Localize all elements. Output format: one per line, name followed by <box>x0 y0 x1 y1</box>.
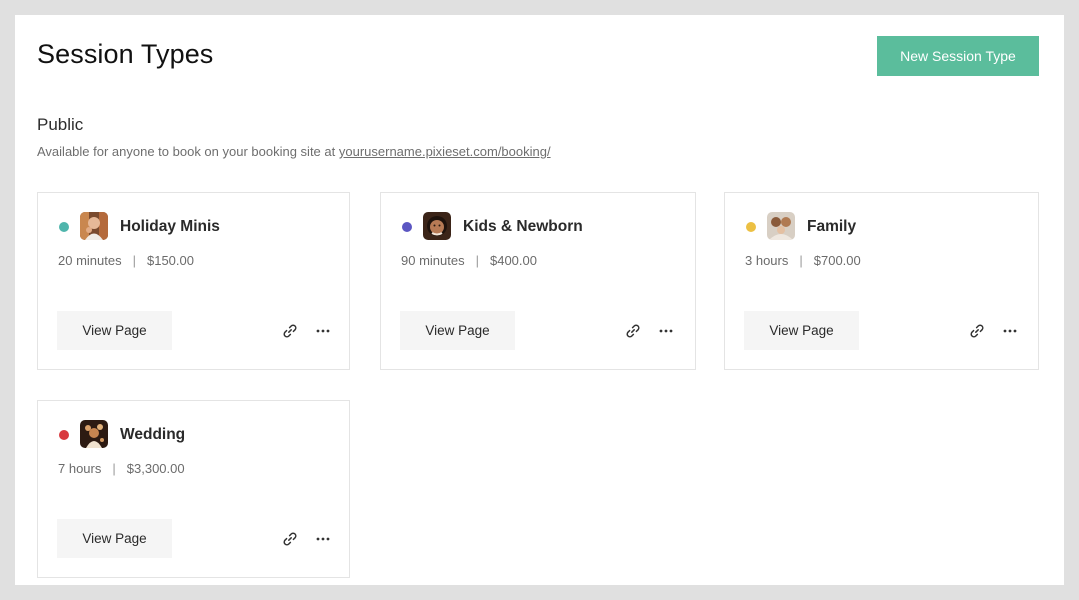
session-duration: 90 minutes <box>401 253 465 268</box>
session-card-kids-newborn[interactable]: Kids & Newborn 90 minutes | $400.00 View P… <box>380 192 696 370</box>
booking-site-link[interactable]: yourusername.pixieset.com/booking/ <box>339 144 551 159</box>
meta-separator: | <box>132 253 136 268</box>
section-title: Public <box>37 115 84 134</box>
color-dot <box>746 222 756 232</box>
session-duration: 7 hours <box>58 461 102 476</box>
session-thumbnail <box>80 212 108 240</box>
view-page-button[interactable]: View Page <box>57 519 172 558</box>
page-title: Session Types <box>37 39 214 69</box>
session-name: Kids & Newborn <box>463 218 583 235</box>
session-meta: 20 minutes | $150.00 <box>58 253 194 268</box>
session-price: $150.00 <box>146 253 194 268</box>
more-icon[interactable] <box>1002 323 1018 339</box>
session-card-family[interactable]: Family 3 hours | $700.00 View Page <box>724 192 1039 370</box>
session-thumbnail <box>80 420 108 448</box>
meta-separator: | <box>799 253 803 268</box>
view-page-button[interactable]: View Page <box>400 311 515 350</box>
session-meta: 7 hours | $3,300.00 <box>58 461 185 476</box>
session-price: $3,300.00 <box>126 461 185 476</box>
color-dot <box>402 222 412 232</box>
session-meta: 90 minutes | $400.00 <box>401 253 537 268</box>
session-duration: 3 hours <box>745 253 789 268</box>
section-description-text: Available for anyone to book on your boo… <box>37 144 339 159</box>
view-page-button[interactable]: View Page <box>57 311 172 350</box>
new-session-type-button[interactable]: New Session Type <box>877 36 1039 76</box>
session-price: $700.00 <box>813 253 861 268</box>
view-page-button[interactable]: View Page <box>744 311 859 350</box>
link-icon[interactable] <box>625 323 641 339</box>
session-name: Family <box>807 218 857 235</box>
session-duration: 20 minutes <box>58 253 122 268</box>
color-dot <box>59 430 69 440</box>
session-thumbnail <box>423 212 451 240</box>
more-icon[interactable] <box>315 531 331 547</box>
session-name: Wedding <box>120 426 186 443</box>
section-description: Available for anyone to book on your boo… <box>37 144 551 159</box>
link-icon[interactable] <box>282 531 298 547</box>
meta-separator: | <box>112 461 116 476</box>
session-thumbnail <box>767 212 795 240</box>
link-icon[interactable] <box>282 323 298 339</box>
more-icon[interactable] <box>315 323 331 339</box>
color-dot <box>59 222 69 232</box>
session-card-wedding[interactable]: Wedding 7 hours | $3,300.00 View Page <box>37 400 350 578</box>
session-price: $400.00 <box>489 253 537 268</box>
session-types-page: Session Types New Session Type Public Av… <box>15 15 1064 585</box>
session-meta: 3 hours | $700.00 <box>745 253 861 268</box>
session-card-holiday-minis[interactable]: Holiday Minis 20 minutes | $150.00 View Pa… <box>37 192 350 370</box>
meta-separator: | <box>475 253 479 268</box>
session-name: Holiday Minis <box>120 218 220 235</box>
link-icon[interactable] <box>969 323 985 339</box>
more-icon[interactable] <box>658 323 674 339</box>
